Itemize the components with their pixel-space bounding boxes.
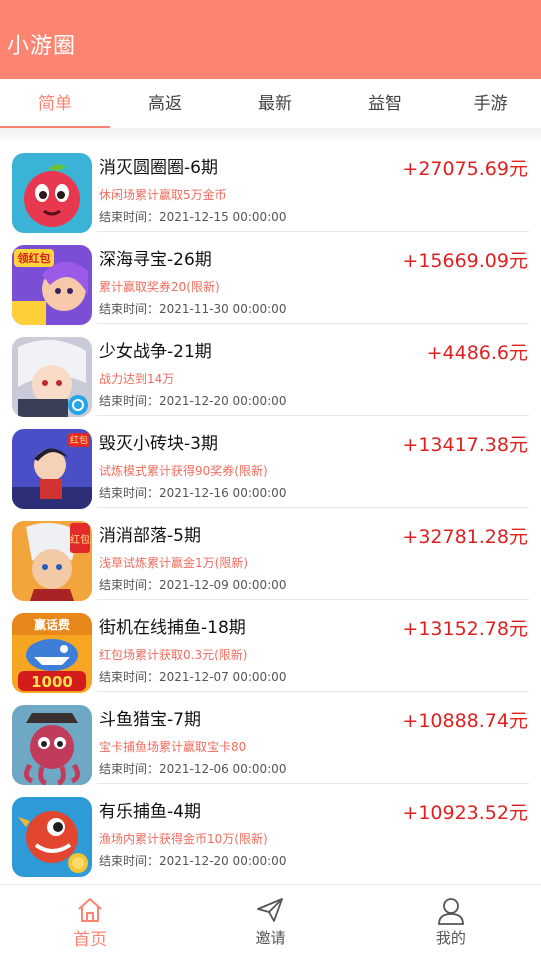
thumbnail-badge-text: 赢话费 [34, 617, 70, 632]
game-thumbnail: 红包 [12, 429, 92, 509]
thumbnail-badge-text: 红包 [70, 533, 90, 546]
game-end-time: 结束时间：2021-12-20 00:00:00 [99, 394, 287, 408]
category-tabs: 简单 高返 最新 益智 手游 [0, 79, 541, 129]
game-reward: +13152.78元 [402, 618, 528, 640]
nav-invite-label: 邀请 [255, 929, 286, 947]
tab-easy[interactable]: 简单 [0, 79, 110, 129]
game-task: 累计赢取奖券20(限新) [99, 280, 220, 294]
home-icon [78, 898, 102, 922]
tab-puzzle[interactable]: 益智 [330, 79, 440, 129]
game-end-time: 结束时间：2021-12-06 00:00:00 [99, 762, 287, 776]
game-name: 有乐捕鱼-4期 [99, 802, 201, 822]
game-reward: +4486.6元 [426, 342, 528, 364]
game-reward: +27075.69元 [402, 158, 528, 180]
game-thumbnail: 领红包 [12, 245, 92, 325]
game-reward: +15669.09元 [402, 250, 528, 272]
thumbnail-badge-number: 1000 [31, 673, 73, 691]
app-header: 小游圈 [0, 0, 541, 79]
game-end-time: 结束时间：2021-12-16 00:00:00 [99, 486, 287, 500]
game-thumbnail [12, 705, 92, 785]
game-item[interactable]: 斗鱼猎宝-7期 宝卡捕鱼场累计赢取宝卡80 结束时间：2021-12-06 00… [0, 692, 541, 785]
game-task: 试炼模式累计获得90奖券(限新) [99, 464, 268, 478]
user-icon [437, 898, 464, 925]
game-list: 消灭圆圈圈-6期 休闲场累计赢取5万金币 结束时间：2021-12-15 00:… [0, 140, 541, 877]
game-task: 渔场内累计获得金币10万(限新) [99, 832, 268, 846]
nav-home[interactable]: 首页 [0, 885, 180, 955]
app-title: 小游圈 [7, 34, 77, 59]
thumbnail-badge-text: 领红包 [17, 251, 51, 265]
tab-newest[interactable]: 最新 [220, 79, 330, 129]
game-task: 战力达到14万 [99, 372, 175, 386]
tab-mobile-games[interactable]: 手游 [440, 79, 541, 129]
game-thumbnail [12, 337, 92, 417]
game-task: 浅草试炼累计赢金1万(限新) [99, 556, 248, 570]
game-item[interactable]: 少女战争-21期 战力达到14万 结束时间：2021-12-20 00:00:0… [0, 324, 541, 417]
game-end-time: 结束时间：2021-12-09 00:00:00 [99, 578, 287, 592]
game-name: 斗鱼猎宝-7期 [99, 710, 201, 730]
game-task: 宝卡捕鱼场累计赢取宝卡80 [99, 740, 247, 754]
bottom-nav: 首页 邀请 我的 [0, 884, 541, 955]
game-thumbnail: 赢话费 1000 [12, 613, 92, 693]
game-name: 消消部落-5期 [99, 526, 201, 546]
game-name: 街机在线捕鱼-18期 [99, 618, 246, 638]
game-item[interactable]: 红包 毁灭小砖块-3期 试炼模式累计获得90奖券(限新) 结束时间：2021-1… [0, 416, 541, 509]
nav-home-label: 首页 [73, 930, 108, 950]
tab-high-return[interactable]: 高返 [110, 79, 220, 129]
game-item[interactable]: 有乐捕鱼-4期 渔场内累计获得金币10万(限新) 结束时间：2021-12-20… [0, 784, 541, 877]
game-task: 休闲场累计赢取5万金币 [99, 188, 227, 202]
game-reward: +32781.28元 [402, 526, 528, 548]
game-end-time: 结束时间：2021-11-30 00:00:00 [99, 302, 287, 316]
game-thumbnail: 红包 [12, 521, 92, 601]
game-end-time: 结束时间：2021-12-20 00:00:00 [99, 854, 287, 868]
nav-mine[interactable]: 我的 [361, 885, 541, 955]
game-item[interactable]: 消灭圆圈圈-6期 休闲场累计赢取5万金币 结束时间：2021-12-15 00:… [0, 140, 541, 233]
game-end-time: 结束时间：2021-12-15 00:00:00 [99, 210, 287, 224]
game-item[interactable]: 赢话费 1000 街机在线捕鱼-18期 红包场累计获取0.3元(限新) 结束时间… [0, 600, 541, 693]
game-thumbnail [12, 153, 92, 233]
game-reward: +10888.74元 [402, 710, 528, 732]
nav-mine-label: 我的 [435, 929, 466, 947]
thumbnail-badge-text: 红包 [70, 434, 88, 446]
game-reward: +13417.38元 [402, 434, 528, 456]
game-name: 深海寻宝-26期 [99, 250, 212, 270]
game-reward: +10923.52元 [402, 802, 528, 824]
game-task: 红包场累计获取0.3元(限新) [99, 648, 248, 662]
tab-divider [0, 128, 541, 140]
game-thumbnail [12, 797, 92, 877]
game-name: 消灭圆圈圈-6期 [99, 158, 218, 178]
game-end-time: 结束时间：2021-12-07 00:00:00 [99, 670, 287, 684]
game-name: 少女战争-21期 [99, 342, 212, 362]
game-item[interactable]: 领红包 深海寻宝-26期 累计赢取奖券20(限新) 结束时间：2021-11-3… [0, 232, 541, 325]
send-icon [257, 898, 284, 922]
game-item[interactable]: 红包 消消部落-5期 浅草试炼累计赢金1万(限新) 结束时间：2021-12-0… [0, 508, 541, 601]
game-name: 毁灭小砖块-3期 [99, 434, 218, 454]
nav-invite[interactable]: 邀请 [180, 885, 360, 955]
